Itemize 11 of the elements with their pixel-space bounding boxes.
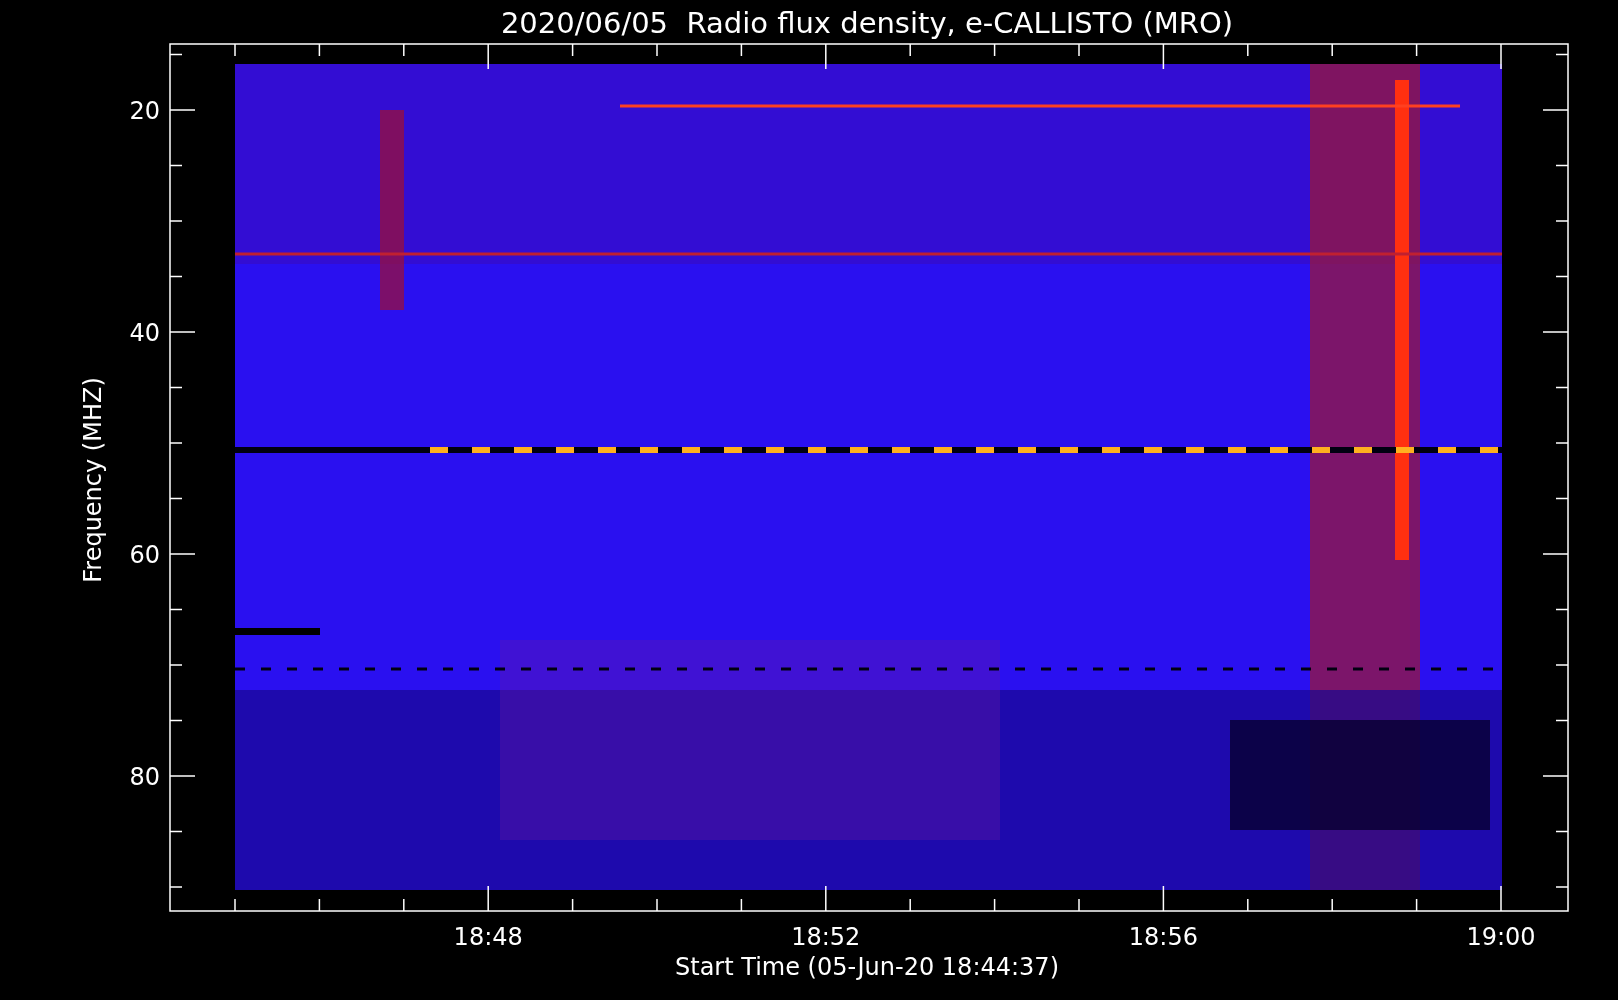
y-tick-label: 80 bbox=[129, 763, 160, 791]
y-tick-label: 40 bbox=[129, 319, 160, 347]
x-axis-label: Start Time (05-Jun-20 18:44:37) bbox=[675, 953, 1059, 981]
chart-title: 2020/06/05 Radio flux density, e-CALLISTO (MRO) bbox=[500, 6, 1234, 40]
x-tick-label: 18:48 bbox=[453, 923, 523, 951]
x-tick-label: 19:00 bbox=[1466, 923, 1536, 951]
y-tick-label: 20 bbox=[129, 97, 160, 125]
y-axis-label: Frequency (MHZ) bbox=[79, 377, 107, 583]
y-tick-label: 60 bbox=[129, 541, 160, 569]
x-tick-label: 18:56 bbox=[1128, 923, 1198, 951]
x-tick-label: 18:52 bbox=[791, 923, 861, 951]
